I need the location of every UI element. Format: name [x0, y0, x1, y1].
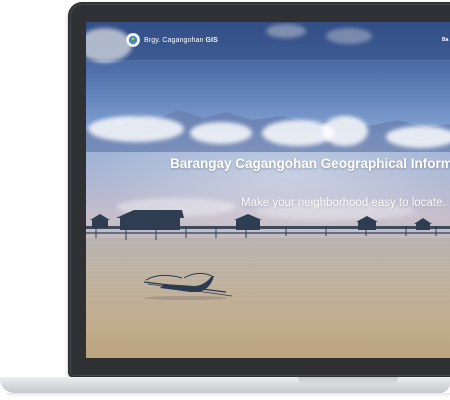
barangay-seal-icon [126, 33, 140, 47]
website-screen: Brgy. Cagangohan GIS Ba Barangay Cagango… [86, 22, 450, 358]
laptop-opening-notch [298, 377, 398, 384]
brand-link[interactable]: Brgy. Cagangohan GIS [126, 33, 218, 47]
boat-reflection [144, 296, 228, 300]
hero-title: Barangay Cagangohan Geographical Informa… [170, 156, 450, 171]
fishing-village-illustration [86, 210, 450, 300]
nav-link[interactable]: Ba [442, 37, 448, 43]
hero-subtitle: Make your neighborhood easy to locate. [241, 197, 446, 209]
brand-gis: GIS [205, 36, 218, 44]
pier-walkway-shadow [86, 232, 450, 234]
laptop-shadow [6, 393, 450, 397]
navbar: Brgy. Cagangohan GIS Ba [86, 22, 450, 61]
mockup-canvas: Brgy. Cagangohan GIS Ba Barangay Cagango… [0, 0, 450, 400]
brand-name: Brgy. Cagangohan GIS [144, 36, 218, 44]
outrigger-boat [143, 272, 233, 297]
